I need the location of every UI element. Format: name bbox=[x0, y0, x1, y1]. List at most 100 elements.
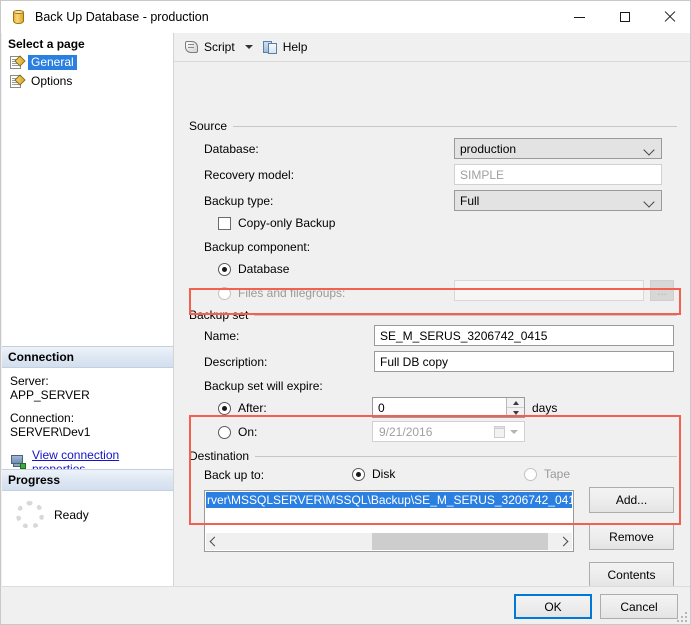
scrollbar-thumb[interactable] bbox=[372, 533, 549, 550]
dialog-footer: OK Cancel bbox=[2, 586, 690, 624]
copy-only-backup-label: Copy-only Backup bbox=[238, 216, 336, 230]
remove-button-label: Remove bbox=[609, 530, 654, 544]
radio-icon bbox=[218, 262, 231, 276]
remove-button[interactable]: Remove bbox=[589, 524, 674, 550]
connection-details: Server: APP_SERVER Connection: SERVER\De… bbox=[2, 368, 173, 476]
checkbox-icon bbox=[218, 216, 231, 230]
days-label: days bbox=[532, 401, 558, 415]
backup-description-label-row: Description: bbox=[204, 355, 267, 369]
backup-description-value: Full DB copy bbox=[380, 354, 449, 369]
database-select[interactable]: production bbox=[454, 138, 662, 159]
stepper-up-button[interactable] bbox=[507, 398, 524, 408]
backup-description-input[interactable]: Full DB copy bbox=[374, 351, 674, 372]
help-button[interactable]: Help bbox=[260, 38, 311, 57]
cancel-button[interactable]: Cancel bbox=[600, 594, 678, 619]
sidebar-item-general[interactable]: General bbox=[2, 53, 173, 72]
component-database-radio[interactable]: Database bbox=[218, 262, 289, 276]
caret-up-icon bbox=[512, 400, 519, 405]
add-button[interactable]: Add... bbox=[589, 487, 674, 513]
cancel-button-label: Cancel bbox=[620, 599, 658, 614]
title-bar: Back Up Database - production bbox=[1, 1, 690, 33]
back-up-to-label-row: Back up to: bbox=[204, 468, 264, 482]
script-button-label: Script bbox=[204, 40, 235, 54]
expire-after-days-value: 0 bbox=[378, 400, 385, 415]
close-button[interactable] bbox=[647, 1, 690, 33]
destination-disk-radio[interactable]: Disk bbox=[352, 467, 395, 481]
stepper-buttons[interactable] bbox=[506, 398, 524, 417]
expire-after-radio[interactable]: After: bbox=[218, 401, 267, 415]
help-button-label: Help bbox=[282, 40, 308, 54]
scroll-left-button[interactable] bbox=[206, 533, 223, 550]
progress-section-header: Progress bbox=[2, 469, 173, 491]
database-label-row: Database: bbox=[204, 142, 259, 156]
connection-section-header: Connection bbox=[2, 346, 173, 368]
expire-on-label: On: bbox=[238, 425, 258, 439]
database-label: Database: bbox=[204, 142, 259, 156]
backup-name-label: Name: bbox=[204, 329, 240, 343]
minimize-icon bbox=[574, 16, 585, 18]
backup-type-label-row: Backup type: bbox=[204, 194, 273, 208]
radio-icon bbox=[218, 286, 231, 300]
page-script-icon bbox=[9, 54, 26, 70]
backup-component-label: Backup component: bbox=[204, 240, 311, 254]
destination-listbox[interactable]: rver\MSSQLSERVER\MSSQL\Backup\SE_M_SERUS… bbox=[204, 490, 574, 552]
copy-only-backup-checkbox[interactable]: Copy-only Backup bbox=[218, 216, 335, 230]
scrollbar-track[interactable] bbox=[223, 533, 555, 550]
expire-on-radio[interactable]: On: bbox=[218, 425, 257, 439]
chevron-left-icon bbox=[209, 536, 220, 547]
calendar-icon bbox=[494, 426, 505, 438]
component-files-radio: Files and filegroups: bbox=[218, 286, 345, 300]
component-database-label: Database bbox=[238, 262, 290, 276]
list-item[interactable]: rver\MSSQLSERVER\MSSQL\Backup\SE_M_SERUS… bbox=[206, 492, 572, 508]
maximize-button[interactable] bbox=[602, 1, 647, 33]
minimize-button[interactable] bbox=[557, 1, 602, 33]
backup-name-label-row: Name: bbox=[204, 329, 239, 343]
dialog-content: Script Help Source Database: production … bbox=[174, 33, 690, 588]
progress-spinner-icon bbox=[16, 501, 44, 529]
script-icon bbox=[184, 40, 200, 55]
backup-set-group-title: Backup set bbox=[189, 308, 249, 322]
expire-after-days-stepper[interactable]: 0 bbox=[372, 397, 525, 418]
backup-type-label: Backup type: bbox=[204, 194, 274, 208]
contents-button[interactable]: Contents bbox=[589, 562, 674, 588]
scroll-right-button[interactable] bbox=[555, 533, 572, 550]
general-page-form: Source Database: production Recovery mod… bbox=[174, 62, 690, 588]
chevron-down-icon bbox=[510, 430, 518, 434]
dialog-toolbar: Script Help bbox=[174, 33, 690, 62]
destination-disk-label: Disk bbox=[372, 467, 396, 481]
backup-expire-label-row: Backup set will expire: bbox=[204, 379, 323, 393]
sidebar-item-general-label: General bbox=[28, 55, 77, 70]
recovery-model-label: Recovery model: bbox=[204, 168, 295, 182]
backup-name-input[interactable]: SE_M_SERUS_3206742_0415 bbox=[374, 325, 674, 346]
script-dropdown-chevron-down-icon[interactable] bbox=[244, 45, 253, 49]
caret-down-icon bbox=[512, 410, 519, 415]
script-button[interactable]: Script bbox=[181, 38, 238, 57]
ok-button[interactable]: OK bbox=[514, 594, 592, 619]
resize-grip-icon[interactable] bbox=[676, 611, 688, 623]
sidebar-item-options[interactable]: Options bbox=[2, 72, 173, 91]
recovery-model-field: SIMPLE bbox=[454, 164, 662, 185]
server-label: Server: bbox=[10, 374, 49, 388]
backup-type-select[interactable]: Full bbox=[454, 190, 662, 211]
radio-icon bbox=[352, 467, 365, 481]
files-browse-button: ... bbox=[650, 280, 674, 301]
window-title: Back Up Database - production bbox=[35, 10, 209, 24]
destination-tape-label: Tape bbox=[544, 467, 571, 481]
destination-group: Destination bbox=[189, 449, 677, 463]
stepper-down-button[interactable] bbox=[507, 408, 524, 417]
group-divider bbox=[255, 455, 677, 457]
backup-expire-label: Backup set will expire: bbox=[204, 379, 323, 393]
back-up-to-label: Back up to: bbox=[204, 468, 265, 482]
radio-icon bbox=[524, 467, 537, 481]
files-filegroups-field bbox=[454, 280, 644, 301]
horizontal-scrollbar[interactable] bbox=[206, 533, 572, 550]
backup-database-dialog: Back Up Database - production Select a p… bbox=[0, 0, 691, 625]
group-divider bbox=[254, 314, 677, 316]
network-computer-icon bbox=[10, 454, 27, 470]
files-browse-label: ... bbox=[656, 283, 667, 298]
expire-on-date-picker: 9/21/2016 bbox=[372, 421, 525, 442]
source-group: Source bbox=[189, 119, 677, 133]
maximize-icon bbox=[619, 12, 630, 22]
backup-set-group-header: Backup set bbox=[189, 308, 677, 322]
connection-value: SERVER\Dev1 bbox=[10, 425, 91, 439]
